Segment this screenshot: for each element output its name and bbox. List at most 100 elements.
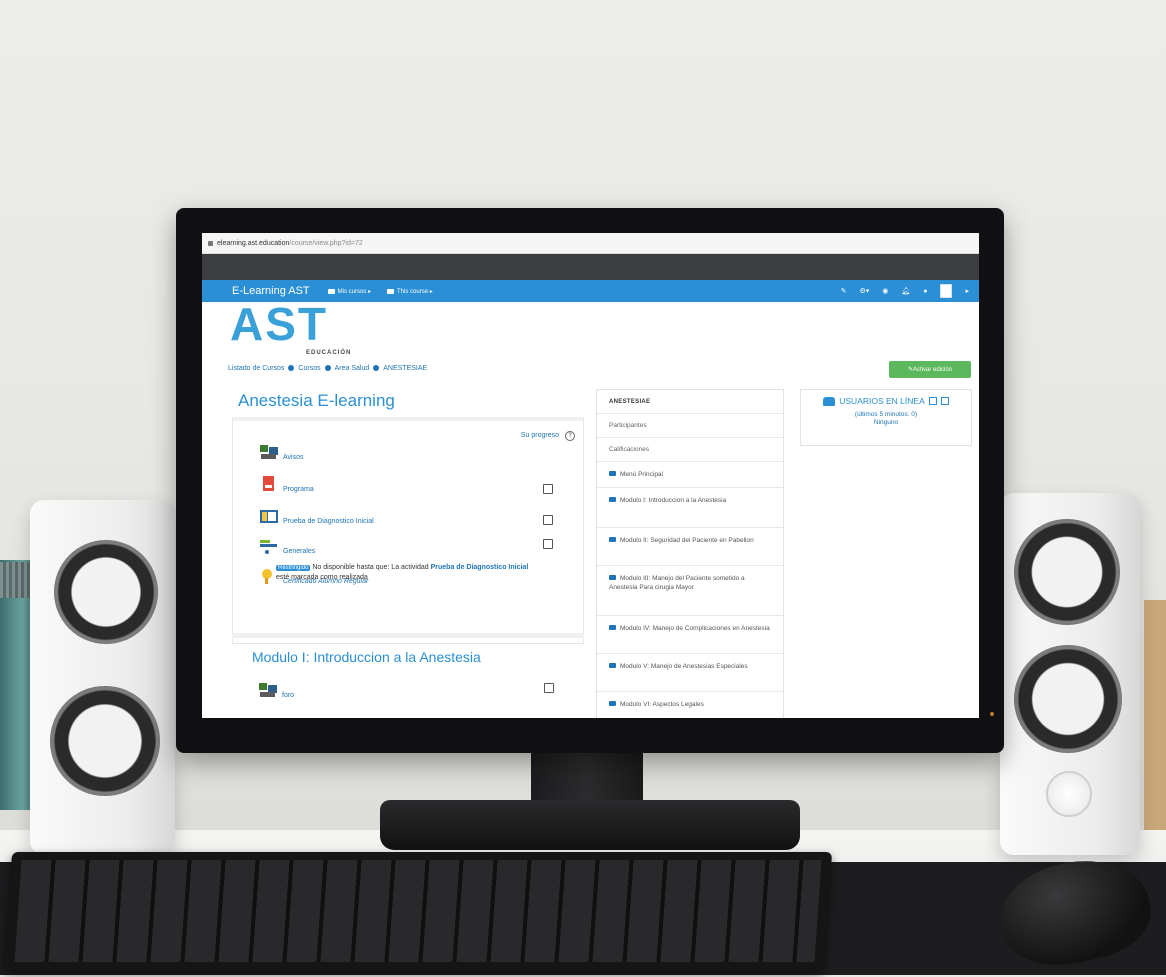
chat-icon[interactable]: ● bbox=[923, 288, 927, 295]
breadcrumb: Listado de Cursos Cursos Area Salud ANESTES… bbox=[228, 365, 427, 372]
folder-icon bbox=[609, 663, 616, 668]
course-nav-module[interactable]: Modulo VI: Aspectos Legales bbox=[597, 692, 783, 718]
folder-icon bbox=[609, 537, 616, 542]
my-courses-menu[interactable]: Mis cursos ▸ bbox=[327, 288, 372, 295]
activity-label: Avisos bbox=[283, 454, 304, 461]
navbar-tools: ✎ ⚙▾ ◉ 🔔︎ ● ▸ bbox=[841, 284, 969, 298]
online-users-empty: Ninguno bbox=[873, 419, 899, 426]
lock-icon bbox=[208, 240, 213, 246]
monitor-neck bbox=[531, 752, 643, 804]
activity-label: Prueba de Diagnostico Inicial bbox=[283, 518, 374, 525]
my-courses-label: Mis cursos ▸ bbox=[337, 288, 372, 295]
breadcrumb-item[interactable]: Listado de Cursos bbox=[228, 365, 284, 372]
activity-item[interactable]: Programa bbox=[259, 475, 314, 493]
url-domain: elearning.ast.education bbox=[217, 239, 290, 247]
course-nav-module[interactable]: Menú Principal bbox=[597, 462, 783, 488]
general-section: Su progreso? Avisos Programa Prueba de D… bbox=[232, 417, 584, 644]
speaker-cone bbox=[1014, 519, 1120, 625]
completion-checkbox[interactable] bbox=[543, 484, 553, 494]
course-nav-module-label: Menú Principal bbox=[620, 471, 663, 478]
cardboard-box bbox=[1144, 600, 1166, 860]
breadcrumb-item[interactable]: Cursos bbox=[298, 365, 320, 372]
course-navigation-block: ANESTESIAE Participantes Calificaciones … bbox=[596, 389, 784, 718]
section-divider bbox=[232, 633, 584, 638]
course-nav-module[interactable]: Modulo I: Introduccion a la Anestesia bbox=[597, 488, 783, 528]
restriction-notice: Restringido No disponible hasta que: La … bbox=[276, 563, 536, 583]
activity-item[interactable]: Avisos bbox=[259, 443, 304, 461]
collapse-icon[interactable] bbox=[940, 397, 949, 405]
course-content: Anestesia E-learning Su progreso? Avisos… bbox=[232, 387, 584, 718]
site-header: AST EDUCACIÓN bbox=[202, 298, 979, 362]
folder-icon bbox=[609, 625, 616, 630]
activity-label: Programa bbox=[283, 486, 314, 493]
users-icon bbox=[823, 396, 836, 406]
pdf-icon bbox=[263, 476, 274, 491]
course-nav-module[interactable]: Modulo II: Seguridad del Paciente en Pab… bbox=[597, 528, 783, 566]
activity-item[interactable]: Prueba de Diagnostico Inicial bbox=[259, 507, 374, 525]
course-nav-grades[interactable]: Calificaciones bbox=[597, 438, 783, 462]
course-nav-module[interactable]: Modulo III: Manejo del Paciente sometido… bbox=[597, 566, 783, 616]
online-users-window: (últimos 5 minutos: 0) bbox=[854, 411, 918, 418]
course-nav-header[interactable]: ANESTESIAE bbox=[597, 390, 783, 414]
online-users-heading: USUARIOS EN LÍNEA bbox=[839, 396, 925, 406]
course-nav-participants[interactable]: Participantes bbox=[597, 414, 783, 438]
forum-icon bbox=[259, 683, 277, 697]
avatar[interactable] bbox=[940, 284, 953, 298]
chevron-right-icon bbox=[288, 365, 295, 371]
chevron-right-icon bbox=[324, 365, 331, 371]
site-logo[interactable]: AST bbox=[230, 296, 328, 352]
url-path: /course/view.php?id=72 bbox=[289, 239, 363, 247]
dock-icon[interactable] bbox=[928, 397, 937, 405]
edit-icon[interactable]: ✎ bbox=[841, 287, 847, 295]
gear-icon[interactable]: ⚙▾ bbox=[859, 287, 869, 295]
folder-icon bbox=[327, 288, 335, 294]
left-speaker bbox=[30, 500, 175, 855]
keyboard bbox=[3, 852, 833, 970]
breadcrumb-item[interactable]: ANESTESIAE bbox=[383, 365, 427, 372]
this-course-menu[interactable]: This course ▸ bbox=[387, 288, 433, 295]
course-nav-module-label: Modulo I: Introduccion a la Anestesia bbox=[620, 497, 727, 504]
course-nav-module-label: Modulo II: Seguridad del Paciente en Pab… bbox=[620, 537, 754, 544]
activate-edit-label: Activar edición bbox=[913, 366, 953, 373]
page-title: Anestesia E-learning bbox=[238, 391, 395, 410]
course-nav-module-label: Modulo III: Manejo del Paciente sometido… bbox=[609, 575, 745, 591]
power-led bbox=[990, 712, 994, 716]
folder-icon bbox=[609, 471, 616, 476]
folder-icon bbox=[609, 497, 616, 502]
book-icon bbox=[387, 288, 395, 294]
quiz-icon bbox=[260, 510, 278, 523]
completion-checkbox[interactable] bbox=[543, 515, 553, 525]
activate-edit-button[interactable]: ✎ Activar edición bbox=[889, 361, 971, 378]
address-bar[interactable]: elearning.ast.education/course/view.php?… bbox=[202, 233, 979, 254]
keyboard-keys bbox=[14, 860, 822, 962]
module-title: Modulo I: Introduccion a la Anestesia bbox=[252, 649, 481, 665]
progress-indicator: Su progreso? bbox=[521, 431, 575, 441]
completion-checkbox[interactable] bbox=[543, 539, 553, 549]
course-nav-module[interactable]: Modulo V: Manejo de Anestesias Especiale… bbox=[597, 654, 783, 692]
online-users-title: USUARIOS EN LÍNEA bbox=[801, 396, 971, 406]
help-icon[interactable]: ◉ bbox=[882, 287, 888, 295]
forum-icon bbox=[260, 445, 278, 459]
restriction-activity-link[interactable]: Prueba de Diagnostico Inicial bbox=[431, 564, 529, 571]
restricted-badge: Restringido bbox=[276, 565, 311, 571]
volume-knob bbox=[1046, 771, 1092, 817]
speaker-cone bbox=[54, 540, 158, 644]
online-users-block: USUARIOS EN LÍNEA (últimos 5 minutos: 0)… bbox=[800, 389, 972, 446]
course-nav-module[interactable]: Modulo IV: Manejo de Complicaciones en A… bbox=[597, 616, 783, 654]
chevron-right-icon[interactable]: ▸ bbox=[965, 287, 969, 295]
chevron-right-icon bbox=[373, 365, 380, 371]
speaker-cone bbox=[1014, 645, 1122, 753]
completion-checkbox[interactable] bbox=[544, 683, 554, 693]
folder-icon bbox=[609, 575, 616, 580]
activity-item[interactable]: Generales bbox=[259, 537, 315, 555]
folder-icon bbox=[609, 701, 616, 706]
breadcrumb-item[interactable]: Area Salud bbox=[335, 365, 370, 372]
course-nav-module-label: Modulo VI: Aspectos Legales bbox=[620, 701, 704, 708]
activity-item[interactable]: foro bbox=[258, 681, 294, 699]
this-course-label: This course ▸ bbox=[397, 288, 433, 295]
logo-subtitle: EDUCACIÓN bbox=[306, 350, 352, 356]
restriction-text-after: esté marcada como realizada bbox=[276, 574, 368, 581]
bell-icon[interactable]: 🔔︎ bbox=[901, 287, 910, 295]
help-icon[interactable]: ? bbox=[565, 431, 575, 441]
monitor-base bbox=[380, 800, 800, 850]
